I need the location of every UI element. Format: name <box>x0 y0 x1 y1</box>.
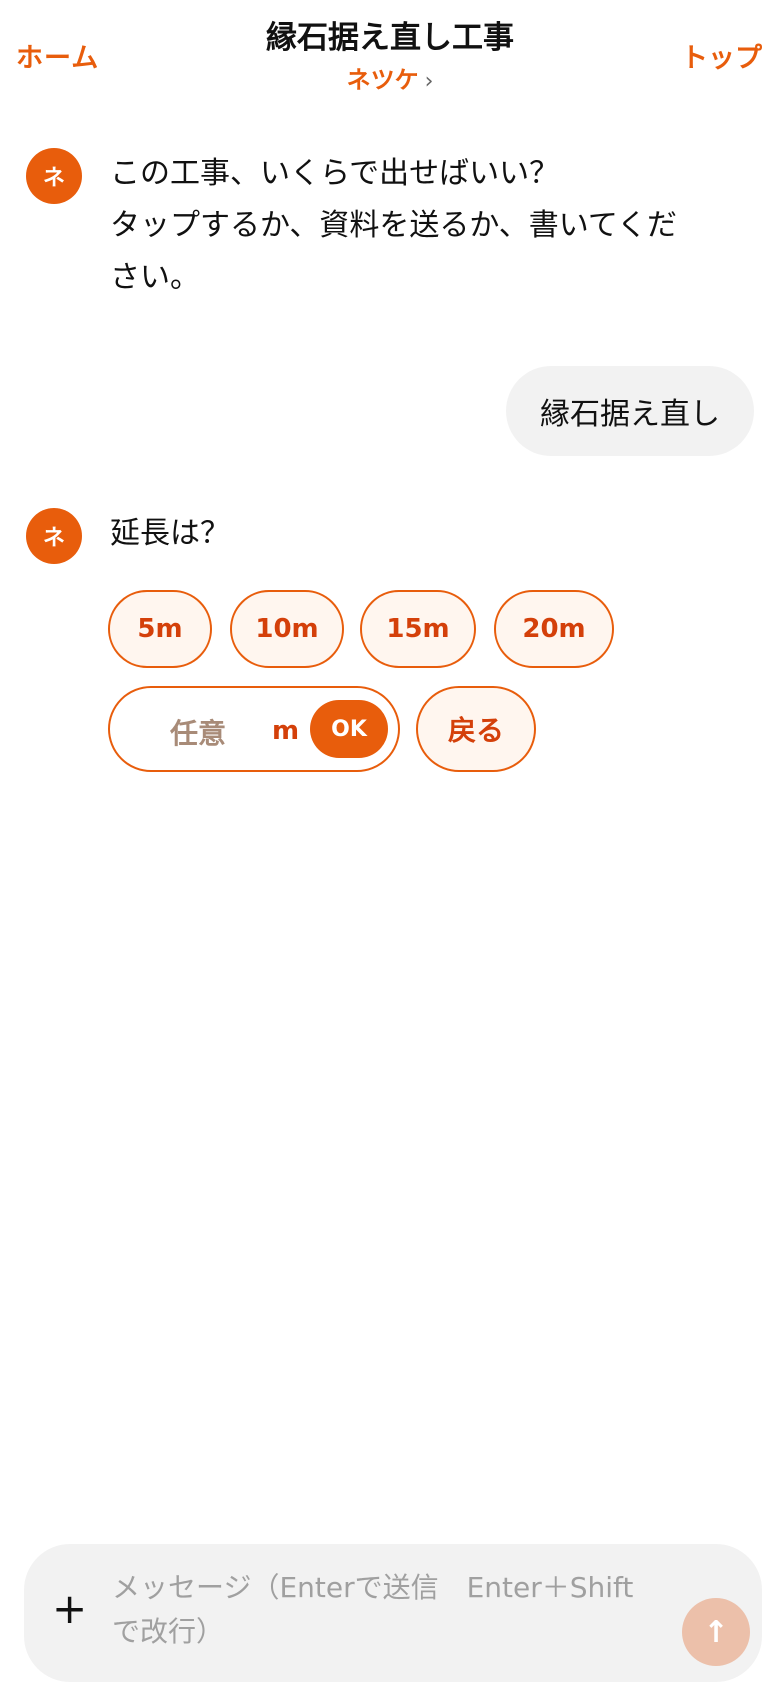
length-5m-button[interactable]: 5m <box>108 590 212 668</box>
header: ホーム 縁石据え直し工事 ネツケ › トップ <box>0 0 780 110</box>
custom-length-ok-button[interactable]: OK <box>310 700 388 758</box>
back-button[interactable]: 戻る <box>416 686 536 772</box>
custom-length-field[interactable]: 任意 m OK <box>108 686 400 772</box>
bot-message-line: さい。 <box>110 260 200 295</box>
plus-icon[interactable]: + <box>52 1588 87 1630</box>
bot-avatar: ネ <box>26 508 82 564</box>
bot-message-line: この工事、いくらで出せばいい？ <box>110 156 560 191</box>
custom-length-unit: m <box>272 716 300 746</box>
arrow-up-icon: ↑ <box>703 1614 729 1650</box>
bot-message: 延長は？ <box>110 508 730 560</box>
top-link[interactable]: トップ <box>681 36 762 75</box>
length-10m-button[interactable]: 10m <box>230 590 344 668</box>
length-20m-button[interactable]: 20m <box>494 590 614 668</box>
bot-message: この工事、いくらで出せばいい？ タップするか、資料を送るか、書いてくだ さい。 <box>110 148 730 304</box>
bot-message-line: タップするか、資料を送るか、書いてくだ <box>110 208 677 243</box>
page-title: 縁石据え直し工事 <box>266 20 514 56</box>
assistant-name-link[interactable]: ネツケ › <box>0 60 780 95</box>
length-15m-button[interactable]: 15m <box>360 590 476 668</box>
bot-message-line: 延長は？ <box>110 516 230 551</box>
send-button[interactable]: ↑ <box>682 1598 750 1666</box>
user-message: 縁石据え直し <box>506 366 754 456</box>
custom-length-input[interactable]: 任意 <box>170 712 226 752</box>
chevron-right-icon: › <box>424 69 434 94</box>
message-input[interactable] <box>112 1566 652 1662</box>
message-composer: + ↑ <box>24 1544 762 1682</box>
assistant-name: ネツケ <box>346 66 419 94</box>
bot-avatar: ネ <box>26 148 82 204</box>
